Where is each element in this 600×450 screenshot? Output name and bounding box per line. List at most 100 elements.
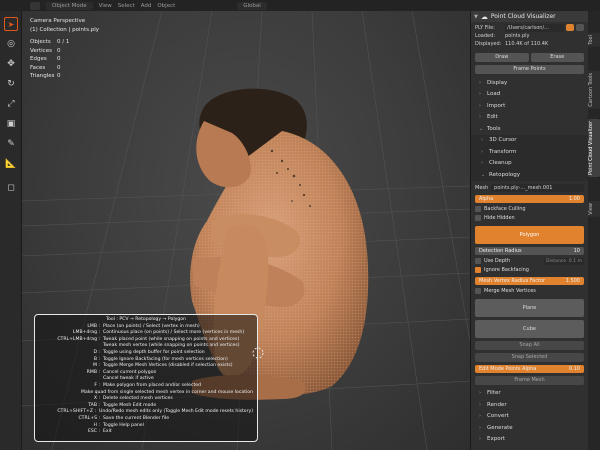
help-line: LMB+drag : Continuous place (on points) /… [72,330,245,336]
mesh-selector[interactable]: points.ply-..._mesh.001 [491,183,584,192]
folder-icon[interactable] [576,24,584,31]
scale-tool-icon[interactable]: ⤢ [4,97,18,111]
3d-viewport[interactable]: Camera Perspective (1) Collection | poin… [22,11,470,450]
draw-button[interactable]: Draw [475,53,529,62]
help-title: Tool : PCV → Retopology → Polygon [106,317,186,322]
sidebar-panel: ▼ ☁ Point Cloud Visualizer PLY File: /Us… [470,11,588,450]
plane-button[interactable]: Plane [475,298,584,317]
frame-points-button[interactable]: Frame Points [475,65,584,74]
checkbox-icon [475,288,481,294]
section-retopology[interactable]: ⌄ Retopology [471,169,588,181]
stat-faces: Faces 0 [30,64,61,71]
annotate-tool-icon[interactable]: ✎ [4,137,18,151]
section-cleanup[interactable]: › Cleanup [471,157,588,169]
help-line: X : Delete selected mesh vertices [93,396,173,402]
panel-header[interactable]: ▼ ☁ Point Cloud Visualizer [471,11,588,22]
menu-object[interactable]: Object [157,3,175,9]
snap-all-button[interactable]: Snap All [475,340,584,350]
use-depth-checkbox[interactable]: Use Depth Distance 0.1 m [471,257,588,266]
erase-button[interactable]: Erase [530,53,584,62]
transform-tool-icon[interactable]: ▣ [4,117,18,131]
chevron-right-icon: › [481,137,483,144]
section-tools[interactable]: ⌄ Tools [471,123,588,135]
chevron-right-icon: › [479,424,481,431]
editor-type-button[interactable] [30,1,40,10]
collection-name: (1) Collection | points.ply [30,26,100,33]
measure-tool-icon[interactable]: 📐 [4,157,18,171]
chevron-down-icon: ▼ [474,13,478,20]
chevron-right-icon: › [481,148,483,155]
chevron-down-icon: ⌄ [481,171,486,178]
chevron-right-icon: › [481,160,483,167]
help-line: D : Toggle using depth buffer for point s… [93,349,205,355]
tab-cartoon-tools[interactable]: Cartoon Tools [588,71,600,109]
help-line: Cancel tweak if active [103,376,154,382]
help-line: Tweak mesh vertex (while snapping on poi… [103,343,240,349]
polygon-button[interactable]: Polygon [475,225,584,244]
add-cube-tool-icon[interactable]: ◻ [4,181,18,195]
tool-shelf: ➤ ◎ ✥ ↻ ⤢ ▣ ✎ 📐 ◻ [0,11,22,450]
ply-file-path[interactable]: /Users/carlson/... [505,24,564,32]
merge-radius-slider[interactable]: Mesh Vertex Radius Factor 1.500 [475,276,584,285]
chevron-right-icon: › [479,91,481,98]
frame-mesh-button[interactable]: Frame Mesh [475,375,584,385]
help-line: H : Toggle Help panel [93,422,144,428]
section-import[interactable]: › Import [471,100,588,112]
tab-view[interactable]: View [588,201,600,217]
menu-add[interactable]: Add [141,3,152,9]
merge-mesh-vertices-checkbox[interactable]: Merge Mesh Vertices [471,287,588,296]
checkbox-icon [475,215,481,221]
distance-field[interactable]: Distance 0.1 m [544,257,584,265]
section-transform[interactable]: › Transform [471,146,588,158]
chevron-right-icon: › [479,401,481,408]
section-generate[interactable]: › Generate [471,422,588,434]
section-export[interactable]: › Export [471,434,588,446]
chevron-down-icon: ⌄ [479,125,484,132]
alpha-slider[interactable]: Alpha 1.00 [475,194,584,203]
section-display[interactable]: › Display [471,77,588,89]
rotate-tool-icon[interactable]: ↻ [4,77,18,91]
section-render[interactable]: › Render [471,399,588,411]
ignore-backfacing-checkbox[interactable]: Ignore Backfacing [471,266,588,275]
menu-select[interactable]: Select [118,3,135,9]
mesh-label: Mesh [475,184,489,191]
section-filter[interactable]: › Filter [471,388,588,400]
detection-radius-field[interactable]: Detection Radius 10 [475,246,584,255]
backface-culling-checkbox[interactable]: Backface Culling [471,205,588,214]
checkbox-icon [475,258,481,264]
loaded-row: Loaded: points.ply [475,33,530,39]
chevron-right-icon: › [479,413,481,420]
viewport-header: Object Mode View Select Add Object Globa… [0,0,600,11]
section-load[interactable]: › Load [471,89,588,101]
tab-tool[interactable]: Tool [588,33,600,47]
help-line: ESC : Exit [87,429,112,435]
cursor-tool-icon[interactable]: ◎ [4,37,18,51]
cube-button[interactable]: Cube [475,319,584,338]
edit-alpha-slider[interactable]: Edit Mode Points Alpha 0.10 [475,364,584,373]
view-name: Camera Perspective [30,18,86,24]
mesh-row: Mesh points.ply-..._mesh.001 [475,183,584,192]
checkbox-checked-icon [475,267,481,273]
panel-title: Point Cloud Visualizer [490,13,556,20]
orientation-dropdown[interactable]: Global [237,1,267,10]
move-tool-icon[interactable]: ✥ [4,57,18,71]
tab-point-cloud-visualizer[interactable]: Point Cloud Visualizer [588,119,600,177]
chevron-right-icon: › [479,436,481,443]
chevron-right-icon: › [479,102,481,109]
help-line: M : Toggle Merge Mesh Vertices (disabled … [93,363,233,369]
stat-edges: Edges 0 [30,56,61,62]
displayed-row: Displayed: 110.4K of 110.4K [475,41,549,47]
mode-dropdown[interactable]: Object Mode [46,1,93,10]
section-3d-cursor[interactable]: › 3D Cursor [471,134,588,146]
viewport-stats: Camera Perspective (1) Collection | poin… [30,17,99,81]
hide-hidden-checkbox[interactable]: Hide Hidden [471,214,588,223]
ply-file-row: PLY File: /Users/carlson/... [475,24,584,32]
reload-icon[interactable] [566,24,574,31]
section-convert[interactable]: › Convert [471,411,588,423]
section-edit[interactable]: › Edit [471,112,588,124]
menu-view[interactable]: View [99,3,112,9]
snap-selected-button[interactable]: Snap Selected [475,352,584,362]
select-tool-icon[interactable]: ➤ [4,17,18,31]
cloud-icon: ☁ [480,12,488,21]
chevron-right-icon: › [479,390,481,397]
